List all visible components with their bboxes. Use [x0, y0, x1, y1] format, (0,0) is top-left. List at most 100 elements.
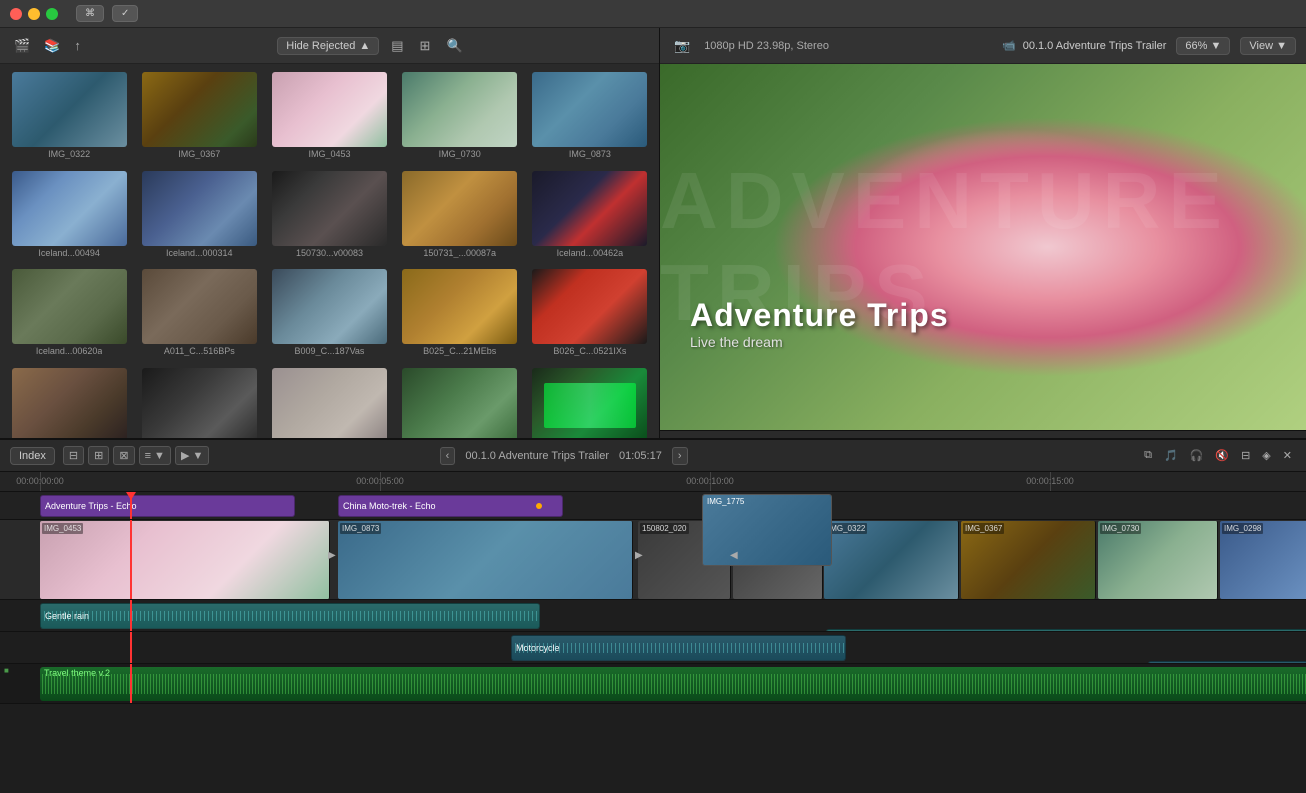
marker-dot [536, 503, 542, 509]
video-clip-img0873[interactable]: IMG_0873 [338, 521, 633, 599]
title-bar: ⌘ ✓ [0, 0, 1306, 28]
travel-theme-clip[interactable]: Travel theme v.2 [40, 667, 1306, 701]
mute-icon[interactable]: 🔇 [1211, 447, 1233, 464]
film-icon[interactable]: 🎬 [10, 36, 34, 56]
motorcycle-clip[interactable]: Motorcycle [511, 635, 846, 661]
tool-select-icon[interactable]: ▶ ▼ [175, 446, 209, 465]
close-button[interactable] [10, 8, 22, 20]
timeline-ruler: 00:00:00:0000:00:05:0000:00:10:0000:00:1… [0, 472, 1306, 492]
playhead-music [130, 664, 132, 703]
media-label-iceland00494: Iceland...00494 [38, 248, 100, 258]
media-label-img0367: IMG_0367 [178, 149, 220, 159]
clip-view-icon[interactable]: ⊟ [1237, 447, 1254, 464]
search-icon[interactable]: 🔍 [442, 36, 466, 56]
music-clip-label: Travel theme v.2 [40, 667, 114, 680]
media-label-b009c: B009_C...187Vas [295, 346, 365, 356]
timeline-toolbar: Index ⊟ ⊞ ⊠ ≡ ▼ ▶ ▼ ‹ 00.1.0 Adventure T… [0, 440, 1306, 472]
media-item-img0453[interactable]: IMG_0453 [264, 68, 394, 167]
media-label-iceland00620a: Iceland...00620a [36, 346, 103, 356]
media-item-img0367[interactable]: IMG_0367 [134, 68, 264, 167]
list-view-icon[interactable]: ▤ [387, 36, 407, 56]
media-label-b026c: B026_C...0521IXs [553, 346, 626, 356]
close-timeline-icon[interactable]: ✕ [1279, 447, 1296, 464]
timeline-prev-button[interactable]: ‹ [440, 447, 456, 465]
preview-text-overlay: Adventure Trips Live the dream [690, 297, 949, 350]
ruler-label: 00:00:00:00 [16, 476, 64, 486]
zoom-button[interactable]: 66% ▼ [1176, 37, 1230, 55]
media-item-c150730[interactable]: 150730...v00083 [264, 167, 394, 266]
video-clip-img0322b[interactable]: IMG_0322 [824, 521, 959, 599]
media-label-img0322: IMG_0322 [48, 149, 90, 159]
clip-label: Adventure Trips - Echo [41, 499, 141, 513]
adventure-echo-clip[interactable]: Adventure Trips - Echo [40, 495, 295, 517]
media-thumb-iceland00494 [12, 171, 127, 246]
solo-icon[interactable]: ◈ [1258, 447, 1274, 464]
grid-view-icon[interactable]: ⊞ [416, 36, 435, 56]
media-thumb-img0322 [12, 72, 127, 147]
media-item-c150731[interactable]: 150731_...00087a [395, 167, 525, 266]
ruler-label: 00:00:10:00 [686, 476, 734, 486]
media-item-iceland00620a[interactable]: Iceland...00620a [4, 265, 134, 364]
track-height-icon[interactable]: ⊟ [63, 446, 84, 465]
toolbar-center: Hide Rejected ▲ ▤ ⊞ 🔍 [277, 36, 466, 56]
timeline-section: Index ⊟ ⊞ ⊠ ≡ ▼ ▶ ▼ ‹ 00.1.0 Adventure T… [0, 438, 1306, 793]
browser-toolbar: 🎬 📚 ↑ Hide Rejected ▲ ▤ ⊞ 🔍 [0, 28, 659, 64]
index-button[interactable]: Index [10, 447, 55, 465]
video-storyboard-row: IMG_0453 ▶ IMG_0873 150802_020 ▶ 150802_… [0, 520, 1306, 600]
hide-rejected-button[interactable]: Hide Rejected ▲ [277, 37, 379, 55]
audio-icon[interactable]: 🎵 [1160, 447, 1182, 464]
clip-arrow3: ◀ [730, 550, 738, 561]
timeline-project-info: ‹ 00.1.0 Adventure Trips Trailer 01:05:1… [440, 447, 688, 465]
media-thumb-iceland000314 [142, 171, 257, 246]
media-thumb-travel [532, 368, 647, 443]
key-button[interactable]: ⌘ [76, 5, 104, 22]
preview-subtitle: Live the dream [690, 334, 949, 350]
video-clip-img0453[interactable]: IMG_0453 [40, 521, 330, 599]
playhead-audio2 [130, 632, 132, 663]
share-icon[interactable]: ↑ [70, 36, 85, 56]
thumb-label: IMG_1775 [707, 497, 744, 506]
track-expand-icon[interactable]: ⊞ [88, 446, 109, 465]
zoom-in-icon[interactable]: ⧉ [1140, 447, 1156, 464]
preview-flower-image [660, 64, 1306, 430]
minimize-button[interactable] [28, 8, 40, 20]
preview-title: Adventure Trips [690, 297, 949, 334]
gentle-rain-clip[interactable]: Gentle rain [40, 603, 540, 629]
playhead-audio1 [130, 600, 132, 631]
china-moto-clip[interactable]: China Moto-trek - Echo [338, 495, 563, 517]
media-thumb-b025c [402, 269, 517, 344]
check-button[interactable]: ✓ [112, 5, 138, 22]
media-item-iceland00462a[interactable]: Iceland...00462a [525, 167, 655, 266]
video-clip-img0298[interactable]: IMG_0298 [1220, 521, 1306, 599]
track-collapse-icon[interactable]: ⊠ [113, 446, 134, 465]
media-item-b009c[interactable]: B009_C...187Vas [264, 265, 394, 364]
media-thumb-img0367 [142, 72, 257, 147]
media-item-a011c[interactable]: A011_C...516BPs [134, 265, 264, 364]
media-label-iceland00462a: Iceland...00462a [557, 248, 624, 258]
track-options-icon[interactable]: ≡ ▼ [139, 446, 171, 465]
preview-panel: 📷 1080p HD 23.98p, Stereo 📹 00.1.0 Adven… [660, 28, 1306, 466]
media-item-img0730[interactable]: IMG_0730 [395, 68, 525, 167]
camera-icon: 📷 [670, 36, 694, 56]
sound-row-1: Gentle rain Gentle river [0, 600, 1306, 632]
video-clip-img0367b[interactable]: IMG_0367 [961, 521, 1096, 599]
headphone-icon[interactable]: 🎧 [1186, 447, 1208, 464]
traffic-lights [10, 8, 58, 20]
media-item-img0322[interactable]: IMG_0322 [4, 68, 134, 167]
library-icon[interactable]: 📚 [40, 36, 64, 56]
timeline-next-button[interactable]: › [672, 447, 688, 465]
video-clip-img0730b[interactable]: IMG_0730 [1098, 521, 1218, 599]
media-thumb-b028c [12, 368, 127, 443]
media-thumb-c150731 [402, 171, 517, 246]
media-item-iceland00494[interactable]: Iceland...00494 [4, 167, 134, 266]
media-thumb-img0873 [532, 72, 647, 147]
maximize-button[interactable] [46, 8, 58, 20]
sound-row-2: Motorcycle Crowd noise [0, 632, 1306, 664]
media-item-b026c[interactable]: B026_C...0521IXs [525, 265, 655, 364]
media-item-img0873[interactable]: IMG_0873 [525, 68, 655, 167]
media-item-iceland000314[interactable]: Iceland...000314 [134, 167, 264, 266]
view-button[interactable]: View ▼ [1240, 37, 1296, 55]
media-thumb-b026c [532, 269, 647, 344]
media-thumb-c003c [402, 368, 517, 443]
media-item-b025c[interactable]: B025_C...21MEbs [395, 265, 525, 364]
